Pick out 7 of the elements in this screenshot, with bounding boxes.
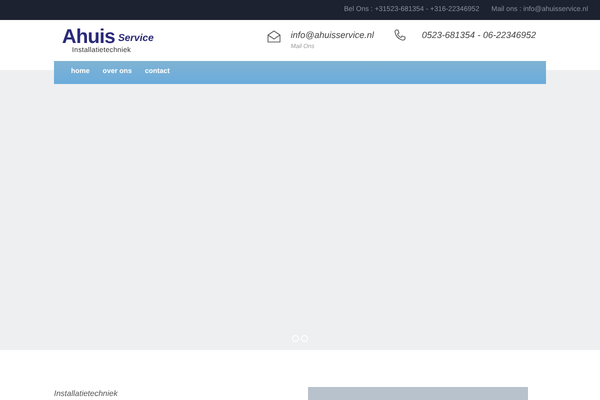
phone-icon xyxy=(394,29,406,42)
section-heading: Installatietechniek xyxy=(54,389,119,400)
phone-number: 0523-681354 - 06-22346952 xyxy=(422,29,536,42)
envelope-icon xyxy=(266,30,281,44)
email-link[interactable]: info@ahuisservice.nl xyxy=(290,29,374,43)
logo-service: Service xyxy=(118,34,154,44)
logo-brand: Ahuis xyxy=(62,27,116,47)
